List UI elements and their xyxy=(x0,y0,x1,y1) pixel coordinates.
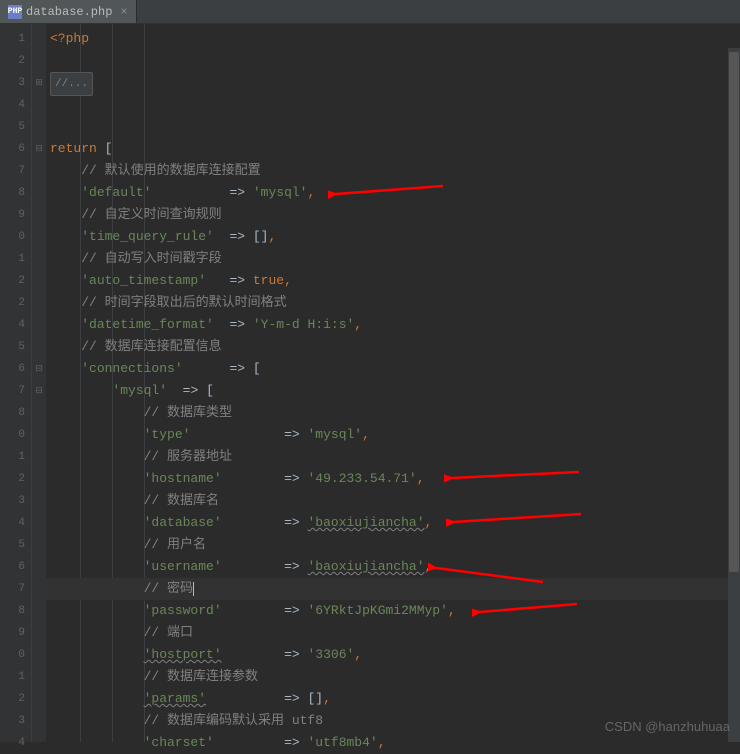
config-key: 'hostname' xyxy=(144,471,222,486)
line-number: 7 xyxy=(0,380,31,402)
line-number: 8 xyxy=(0,182,31,204)
comment: // 自动写入时间戳字段 xyxy=(81,251,221,266)
code-content[interactable]: <?php //... return [ // 默认使用的数据库连接配置 'de… xyxy=(46,24,740,742)
config-value: 'baoxiujiancha' xyxy=(307,515,424,530)
comment: // 自定义时间查询规则 xyxy=(81,207,221,222)
config-key: 'default' xyxy=(81,185,151,200)
line-number: 1 xyxy=(0,248,31,270)
scrollbar[interactable] xyxy=(728,48,740,742)
comment: // 用户名 xyxy=(144,537,206,552)
file-tab[interactable]: PHP database.php × xyxy=(0,0,137,23)
config-key: 'mysql' xyxy=(112,383,167,398)
line-number: 9 xyxy=(0,204,31,226)
config-key: 'params' xyxy=(144,691,206,706)
comment: // 时间字段取出后的默认时间格式 xyxy=(81,295,286,310)
comment: // 数据库名 xyxy=(144,493,219,508)
comment: // 端口 xyxy=(144,625,193,640)
comment: // 密码 xyxy=(144,581,193,596)
line-number: 9 xyxy=(0,622,31,644)
config-key: 'charset' xyxy=(144,735,214,750)
line-number: 3 xyxy=(0,72,31,94)
comment: // 服务器地址 xyxy=(144,449,232,464)
line-number: 4 xyxy=(0,732,31,754)
line-number: 8 xyxy=(0,600,31,622)
line-number: 4 xyxy=(0,94,31,116)
comment: // 默认使用的数据库连接配置 xyxy=(81,163,260,178)
line-number: 5 xyxy=(0,534,31,556)
config-value: [] xyxy=(307,691,323,706)
config-value: 'mysql' xyxy=(307,427,362,442)
tab-filename: database.php xyxy=(26,5,112,19)
watermark: CSDN @hanzhuhuaa xyxy=(605,719,730,734)
line-number: 4 xyxy=(0,314,31,336)
line-number: 2 xyxy=(0,468,31,490)
tab-bar: PHP database.php × xyxy=(0,0,740,24)
fold-collapse-icon[interactable]: ⊟ xyxy=(34,364,44,374)
config-key: 'time_query_rule' xyxy=(81,229,214,244)
config-key: 'hostport' xyxy=(144,647,222,662)
scrollbar-thumb[interactable] xyxy=(729,52,739,572)
text-cursor xyxy=(193,582,194,596)
config-value: 'baoxiujiancha' xyxy=(307,559,424,574)
config-key: 'connections' xyxy=(81,361,182,376)
line-number: 2 xyxy=(0,50,31,72)
line-number: 5 xyxy=(0,336,31,358)
config-value: 'mysql' xyxy=(253,185,308,200)
line-number: 2 xyxy=(0,688,31,710)
fold-gutter: ⊞ ⊟ ⊟ ⊟ xyxy=(32,24,46,742)
line-number: 8 xyxy=(0,402,31,424)
line-number: 0 xyxy=(0,644,31,666)
line-number: 0 xyxy=(0,424,31,446)
fold-collapse-icon[interactable]: ⊟ xyxy=(34,144,44,154)
config-value: '6YRktJpKGmi2MMyp' xyxy=(307,603,447,618)
config-key: 'database' xyxy=(144,515,222,530)
comment: // 数据库连接参数 xyxy=(144,669,258,684)
close-icon[interactable]: × xyxy=(120,5,127,19)
line-number: 2 xyxy=(0,270,31,292)
line-number: 6 xyxy=(0,556,31,578)
config-value: true xyxy=(253,273,284,288)
line-number: 2 xyxy=(0,292,31,314)
config-key: 'password' xyxy=(144,603,222,618)
line-number: 3 xyxy=(0,710,31,732)
config-value: 'Y-m-d H:i:s' xyxy=(253,317,354,332)
config-value: 'utf8mb4' xyxy=(307,735,377,750)
config-key: 'type' xyxy=(144,427,191,442)
config-value: [] xyxy=(253,229,269,244)
fold-expand-icon[interactable]: ⊞ xyxy=(34,78,44,88)
comment: // 数据库编码默认采用 utf8 xyxy=(144,713,323,728)
line-number: 1 xyxy=(0,666,31,688)
line-number: 5 xyxy=(0,116,31,138)
return-keyword: return xyxy=(50,141,97,156)
fold-collapse-icon[interactable]: ⊟ xyxy=(34,386,44,396)
php-open-tag: <?php xyxy=(50,31,89,46)
line-number: 7 xyxy=(0,160,31,182)
line-number: 6 xyxy=(0,358,31,380)
line-number: 1 xyxy=(0,28,31,50)
line-number: 0 xyxy=(0,226,31,248)
config-value: '49.233.54.71' xyxy=(307,471,416,486)
line-number: 3 xyxy=(0,490,31,512)
config-key: 'datetime_format' xyxy=(81,317,214,332)
line-number-gutter: 1 2 3 4 5 6 7 8 9 0 1 2 2 4 5 6 7 8 0 1 … xyxy=(0,24,32,742)
comment: // 数据库类型 xyxy=(144,405,232,420)
line-number: 6 xyxy=(0,138,31,160)
comment: // 数据库连接配置信息 xyxy=(81,339,221,354)
line-number: 1 xyxy=(0,446,31,468)
config-key: 'auto_timestamp' xyxy=(81,273,206,288)
line-number: 7 xyxy=(0,578,31,600)
config-key: 'username' xyxy=(144,559,222,574)
php-file-icon: PHP xyxy=(8,5,22,19)
code-editor[interactable]: 1 2 3 4 5 6 7 8 9 0 1 2 2 4 5 6 7 8 0 1 … xyxy=(0,24,740,742)
line-number: 4 xyxy=(0,512,31,534)
config-value: '3306' xyxy=(307,647,354,662)
folded-code[interactable]: //... xyxy=(50,72,93,96)
